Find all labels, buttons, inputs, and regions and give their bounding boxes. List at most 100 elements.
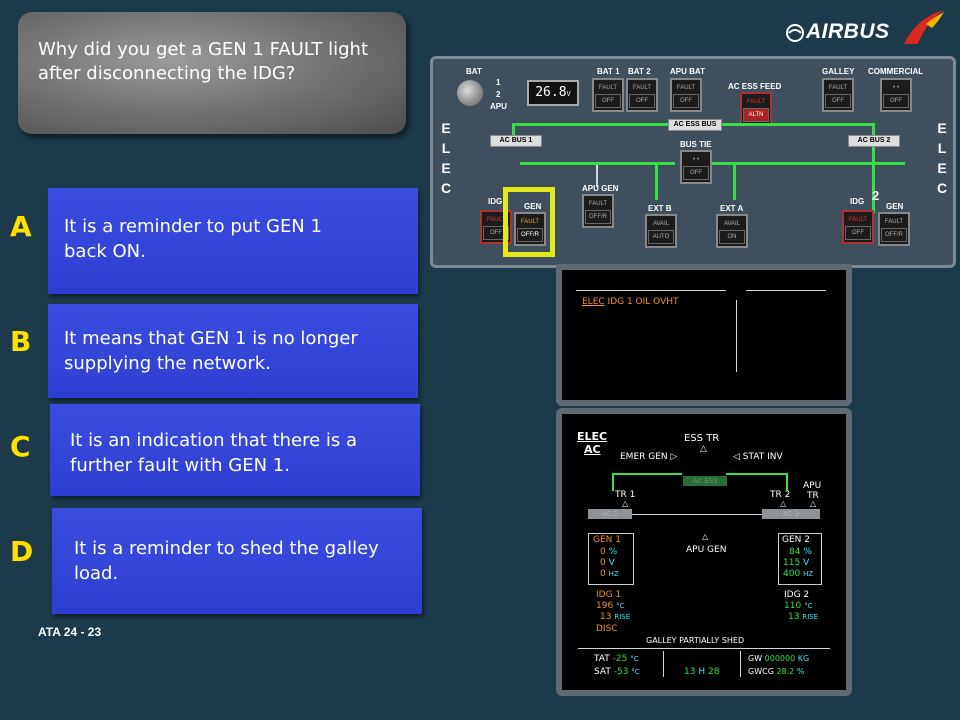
galley-shed-message: GALLEY PARTIALLY SHED <box>646 636 745 645</box>
ac-bus-link <box>632 514 762 515</box>
bat1-button[interactable]: FAULT OFF <box>592 78 624 112</box>
gen2-load: 84 % <box>789 547 812 557</box>
apu-gen-triangle-icon: △ <box>702 532 709 541</box>
answer-letter-b: B <box>10 325 32 358</box>
answer-a-text: It is a reminder to put GEN 1 back ON. <box>64 216 322 262</box>
answer-b-text: It means that GEN 1 is no longer supplyi… <box>64 328 358 374</box>
answer-letter-a: A <box>10 210 32 243</box>
ac-bus1-label: AC BUS 1 <box>490 135 542 147</box>
idg1-rise: 13 RISE <box>600 612 631 622</box>
clock-readout: 13 H 28 <box>684 667 720 677</box>
answer-a-button[interactable]: It is a reminder to put GEN 1 back ON. <box>48 188 418 294</box>
elec-label-right: ELEC <box>936 120 948 196</box>
idg1-ecam-label: IDG 1 <box>596 590 622 600</box>
ecam-drop-left <box>612 473 614 491</box>
emer-gen-label: EMER GEN ▷ <box>620 452 678 462</box>
label-idg2: IDG <box>850 197 865 206</box>
label-commercial: COMMERCIAL <box>868 67 924 76</box>
gen1-highlight-frame <box>503 187 555 257</box>
label-side-2: 2 <box>872 188 880 203</box>
ess-tr-label: ESS TR <box>684 433 720 444</box>
ext-b-line <box>655 162 658 200</box>
apu-gen-button[interactable]: FAULT OFF/R <box>582 194 614 228</box>
gen2-button[interactable]: FAULT OFF/R <box>878 212 910 246</box>
answer-c-button[interactable]: It is an indication that there is a furt… <box>50 404 420 496</box>
answer-d-text: It is a reminder to shed the galley load… <box>74 538 379 584</box>
upper-ecam-sep-left <box>576 290 726 291</box>
question-box: Why did you get a GEN 1 FAULT light afte… <box>18 12 406 134</box>
bat-voltage-display: 26.8V <box>527 80 579 106</box>
commercial-button[interactable]: • • OFF <box>880 78 912 112</box>
airbus-logo: AIRBUS <box>786 10 946 52</box>
ac-ess-bus-label: AC ESS BUS <box>668 119 722 131</box>
bat-selector-knob[interactable] <box>457 80 483 106</box>
idg2-button[interactable]: FAULT OFF <box>842 210 874 244</box>
apu-gen-ecam-label: APU GEN <box>686 545 727 555</box>
apu-label: APU <box>803 481 822 491</box>
bat2-button[interactable]: FAULT OFF <box>626 78 658 112</box>
label-gen2: GEN <box>886 202 904 211</box>
iberia-swoosh-icon <box>904 10 944 44</box>
ecam-status-div-1 <box>663 651 664 677</box>
label-galley: GALLEY <box>822 67 855 76</box>
ext-a-line <box>733 162 736 200</box>
answer-letter-c: C <box>10 430 31 463</box>
upper-ecam-sep-right <box>746 290 826 291</box>
apu-tr-triangle-icon: △ <box>810 499 817 508</box>
answer-letter-d: D <box>10 535 34 568</box>
apu-bat-button[interactable]: FAULT OFF <box>670 78 702 112</box>
gen1-freq: 0 HZ <box>600 569 619 579</box>
ecam-page-subtitle: AC <box>584 443 601 456</box>
ecam-line-right <box>726 473 786 475</box>
ecam-page-title: ELEC <box>577 430 608 443</box>
airbus-logo-text: AIRBUS <box>806 20 890 43</box>
airbus-emblem-icon <box>786 24 804 42</box>
answer-d-button[interactable]: It is a reminder to shed the galley load… <box>52 508 422 614</box>
label-bat1: BAT 1 <box>597 67 620 76</box>
gen2-freq: 400 HZ <box>783 569 814 579</box>
idg2-rise: 13 RISE <box>788 612 819 622</box>
label-bat2: BAT 2 <box>628 67 651 76</box>
label-ext-b: EXT B <box>648 204 672 213</box>
ext-b-button[interactable]: AVAIL AUTO <box>645 214 677 248</box>
gen2-ecam-label: GEN 2 <box>782 535 810 545</box>
label-bus-tie: BUS TIE <box>680 140 712 149</box>
bus-tie-button[interactable]: • • OFF <box>680 150 712 184</box>
gen2-volt: 115 V <box>783 558 810 568</box>
sat-readout: SAT -53 °C <box>594 667 640 677</box>
ext-a-button[interactable]: AVAIL ON <box>716 214 748 248</box>
idg2-temp: 110 °C <box>784 601 813 611</box>
ac-bus2-label: AC BUS 2 <box>848 135 900 147</box>
label-idg1: IDG <box>488 197 503 206</box>
question-text: Why did you get a GEN 1 FAULT light afte… <box>38 39 369 84</box>
ac-ess-feed-button[interactable]: FAULT ALTN <box>740 92 772 126</box>
ac2-bus-box: AC 2 <box>762 509 820 519</box>
stat-inv-label: ◁ STAT INV <box>733 452 783 462</box>
gen1-ecam-label: GEN 1 <box>593 535 621 545</box>
upper-ecam-display <box>556 264 852 406</box>
label-apu-bat: APU BAT <box>670 67 705 76</box>
answer-c-text: It is an indication that there is a furt… <box>70 430 358 476</box>
ecam-warning-message: ELEC IDG 1 OIL OVHT <box>582 297 679 307</box>
ecam-line-left <box>612 473 682 475</box>
label-apu-sel: APU <box>490 102 507 111</box>
idg2-ecam-label: IDG 2 <box>784 590 810 600</box>
label-ac-ess-feed: AC ESS FEED <box>728 82 782 91</box>
answer-b-button[interactable]: It means that GEN 1 is no longer supplyi… <box>48 304 418 398</box>
label-sel-2: 2 <box>496 90 501 99</box>
label-apu-gen: APU GEN <box>582 184 619 193</box>
idg1-disc: DISC <box>596 624 618 634</box>
galley-button[interactable]: FAULT OFF <box>822 78 854 112</box>
ecam-status-div-2 <box>740 651 741 677</box>
ac-ess-bus-box: AC ESS <box>683 476 727 486</box>
gen1-load: 0 % <box>600 547 618 557</box>
gwcg-readout: GWCG 28.2 % <box>748 667 805 676</box>
label-ext-a: EXT A <box>720 204 744 213</box>
tr1-triangle-icon: △ <box>622 499 629 508</box>
gw-readout: GW 000000 KG <box>748 654 810 663</box>
ess-tr-triangle-icon: △ <box>700 444 707 454</box>
tr2-triangle-icon: △ <box>780 499 787 508</box>
upper-ecam-sep-vertical <box>736 300 737 372</box>
bus-tie-line-right <box>710 162 905 165</box>
ecam-status-sep <box>578 648 830 649</box>
